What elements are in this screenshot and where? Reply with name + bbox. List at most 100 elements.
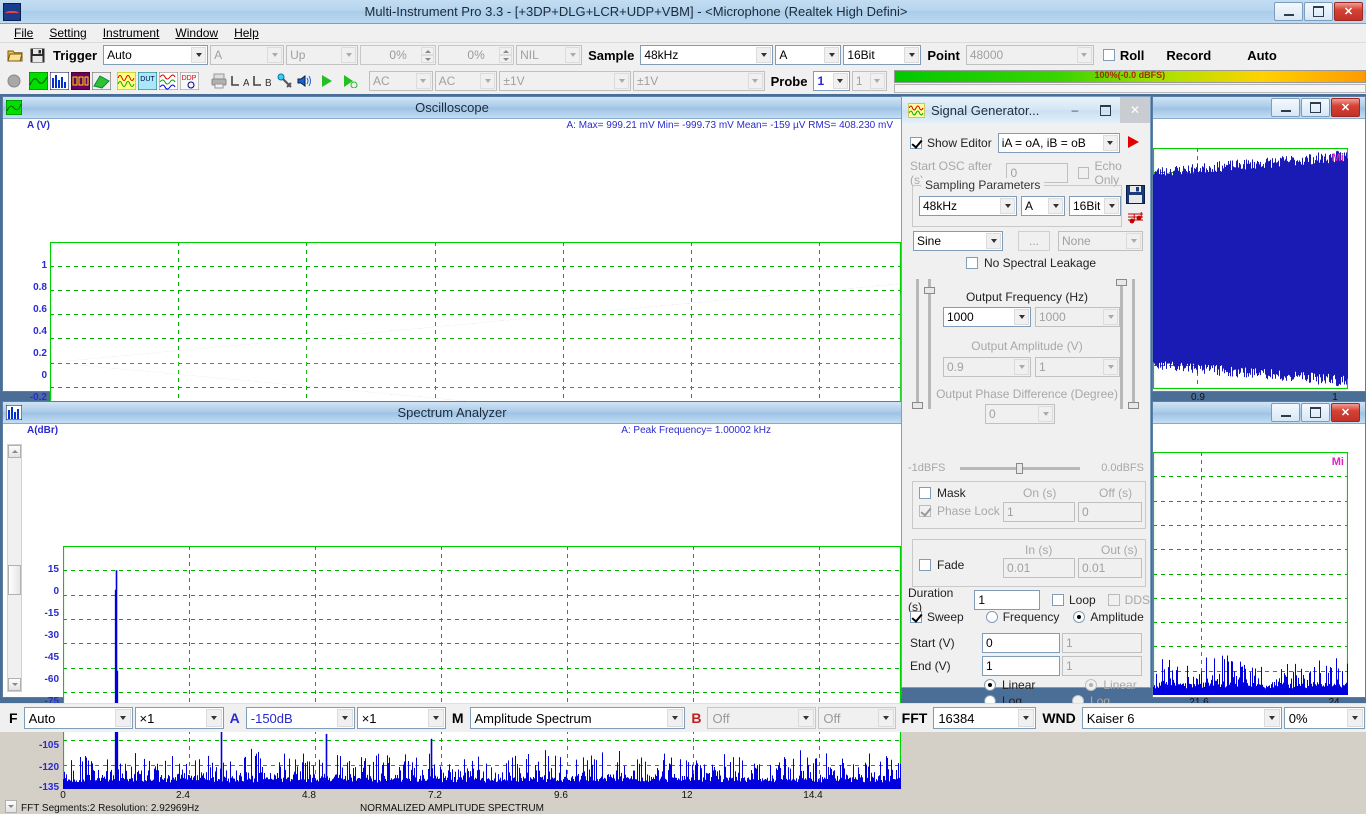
record-dot-icon[interactable] [5, 71, 22, 91]
overlap-combo[interactable]: 0% [1283, 707, 1365, 729]
scrollbar-thumb[interactable] [8, 565, 21, 595]
chevron-down-icon[interactable] [415, 73, 431, 89]
scroll-down-button[interactable] [8, 678, 21, 691]
coupling-a-combo[interactable]: AC [369, 71, 433, 91]
trigger-edge-combo[interactable]: Up [286, 45, 359, 65]
sweep-frequency-radio[interactable] [985, 611, 998, 623]
modulation-combo[interactable]: None [1058, 231, 1143, 251]
chevron-down-icon[interactable] [1126, 233, 1141, 249]
chevron-down-icon[interactable] [565, 47, 581, 63]
chevron-down-icon[interactable] [427, 709, 444, 727]
range-a-combo[interactable]: ±1V [499, 71, 631, 91]
fade-checkbox[interactable] [919, 559, 931, 571]
sweep-checkbox[interactable] [910, 611, 922, 623]
no-spectral-leakage-checkbox[interactable] [966, 257, 978, 269]
folder-open-icon[interactable] [5, 45, 25, 65]
trigger-level-spinner[interactable]: 0% [360, 45, 437, 65]
chevron-down-icon[interactable] [1014, 359, 1029, 375]
chevron-down-icon[interactable] [747, 73, 763, 89]
chevron-down-icon[interactable] [1263, 709, 1280, 727]
chevron-down-icon[interactable] [986, 233, 1001, 249]
chevron-down-icon[interactable] [832, 73, 848, 89]
run-green-icon[interactable] [341, 71, 358, 91]
scroll-up-button[interactable] [8, 445, 21, 458]
f-value-combo[interactable]: Auto [23, 707, 133, 729]
spectrum-analyzer-icon[interactable] [50, 71, 69, 91]
signal-generator-icon[interactable] [117, 71, 136, 91]
probe-b-combo[interactable]: 1 [851, 71, 887, 91]
print-icon[interactable] [210, 71, 227, 91]
output-frequency-a-combo[interactable]: 1000 [943, 307, 1031, 327]
sweep-end-a-input[interactable]: 1 [982, 656, 1060, 676]
sg-sampling-bits-combo[interactable]: 16Bit [1069, 196, 1121, 216]
fade-in-input[interactable]: 0.01 [1003, 558, 1075, 578]
m-value-combo[interactable]: Amplitude Spectrum [469, 707, 686, 729]
slider-knob[interactable] [1016, 463, 1023, 474]
fft-value-combo[interactable]: 16384 [933, 707, 1037, 729]
run-icon[interactable] [318, 71, 335, 91]
restore-icon[interactable] [1090, 97, 1120, 123]
auto-button[interactable]: Auto [1238, 44, 1286, 66]
range-b-combo[interactable]: ±1V [633, 71, 765, 91]
chevron-down-icon[interactable] [756, 47, 772, 63]
phase-lock-checkbox[interactable] [919, 505, 931, 517]
chevron-down-icon[interactable] [1048, 198, 1063, 214]
loop-checkbox[interactable] [1052, 594, 1064, 606]
restore-icon[interactable] [1301, 403, 1330, 422]
record-button[interactable]: Record [1157, 44, 1220, 66]
chevron-down-icon[interactable] [1104, 198, 1119, 214]
slider-knob[interactable] [1116, 279, 1127, 286]
cursor-a-icon[interactable]: A [229, 71, 249, 91]
probe-a-combo[interactable]: 1 [813, 71, 850, 91]
show-editor-checkbox[interactable] [910, 137, 922, 149]
trigger-channel-combo[interactable]: A [210, 45, 285, 65]
oscilloscope-titlebar[interactable]: Oscilloscope [3, 97, 901, 119]
sg-sampling-channel-combo[interactable]: A [1021, 196, 1065, 216]
play-icon[interactable] [1126, 135, 1142, 152]
f-mult-combo[interactable]: ×1 [134, 707, 224, 729]
chevron-down-icon[interactable] [341, 47, 357, 63]
menu-file[interactable]: File [6, 25, 41, 41]
chevron-down-icon[interactable] [1103, 309, 1118, 325]
spectrum-right-plot[interactable]: Mi [1153, 452, 1348, 695]
chevron-down-icon[interactable] [1000, 198, 1015, 214]
chevron-down-icon[interactable] [614, 73, 629, 89]
spinner-arrows[interactable] [499, 47, 513, 63]
menu-setting[interactable]: Setting [41, 25, 94, 41]
close-icon[interactable]: ✕ [1331, 98, 1360, 117]
sample-rate-combo[interactable]: 48kHz [640, 45, 774, 65]
oscilloscope-right-titlebar[interactable]: ✕ [1153, 97, 1365, 119]
chevron-down-icon[interactable] [877, 709, 894, 727]
window-restore-button[interactable] [1304, 2, 1333, 21]
chevron-down-icon[interactable] [114, 709, 131, 727]
fade-out-input[interactable]: 0.01 [1078, 558, 1142, 578]
sg-sampling-rate-combo[interactable]: 48kHz [919, 196, 1017, 216]
chevron-down-icon[interactable] [1018, 709, 1035, 727]
oscilloscope-icon[interactable] [29, 71, 48, 91]
minimize-icon[interactable]: – [1060, 97, 1090, 123]
b-value-combo[interactable]: Off [707, 707, 817, 729]
trigger-delay-spinner[interactable]: 0% [438, 45, 515, 65]
chevron-down-icon[interactable] [869, 73, 885, 89]
lcr-meter-icon[interactable] [159, 71, 178, 91]
sample-channel-combo[interactable]: A [775, 45, 842, 65]
close-icon[interactable]: ✕ [1120, 97, 1150, 123]
sweep-start-a-input[interactable]: 0 [982, 633, 1060, 653]
sweep-linear-b-radio[interactable] [1085, 679, 1098, 691]
spectrum-3d-icon[interactable] [92, 71, 111, 91]
waveform-ellipsis-button[interactable]: ... [1018, 231, 1050, 251]
output-amplitude-a-combo[interactable]: 0.9 [943, 357, 1031, 377]
output-phase-combo[interactable]: 0 [985, 404, 1055, 424]
spinner-arrows[interactable] [421, 47, 435, 63]
sweep-amplitude-radio[interactable] [1073, 611, 1086, 623]
chevron-down-icon[interactable] [798, 709, 815, 727]
chevron-down-icon[interactable] [1346, 709, 1363, 727]
tools-icon[interactable] [276, 71, 293, 91]
slider-knob[interactable] [1128, 402, 1139, 409]
mask-on-input[interactable]: 1 [1003, 502, 1075, 522]
output-frequency-b-combo[interactable]: 1000 [1035, 307, 1120, 327]
mask-off-input[interactable]: 0 [1078, 502, 1142, 522]
speaker-icon[interactable] [295, 71, 312, 91]
dut-icon[interactable]: DUT [138, 71, 157, 91]
b-value2-combo[interactable]: Off [818, 707, 896, 729]
